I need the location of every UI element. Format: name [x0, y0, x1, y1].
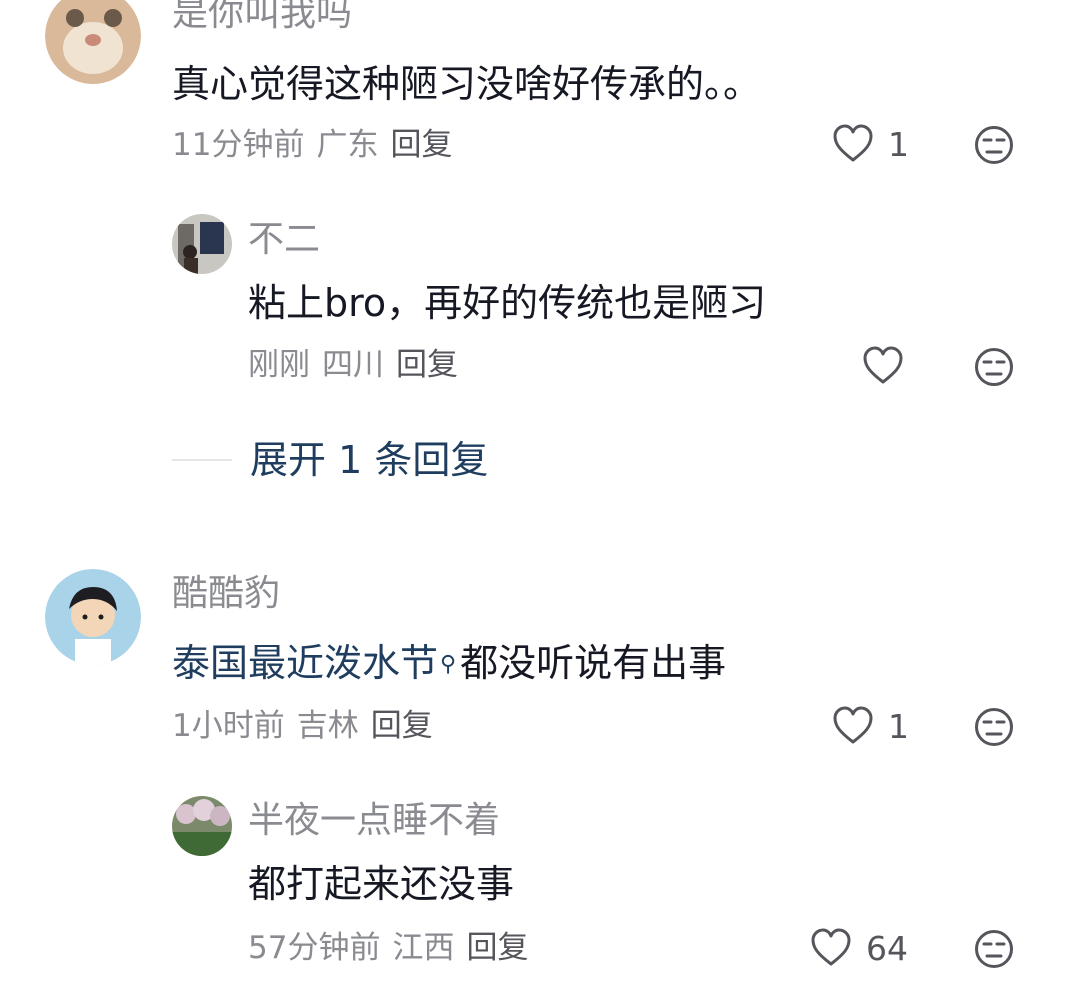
- dislike-button[interactable]: [974, 707, 1014, 747]
- like-count: 1: [888, 124, 909, 164]
- expand-replies-label: 展开 1 条回复: [250, 438, 489, 482]
- username[interactable]: 是你叫我吗: [172, 0, 352, 36]
- comment-text: 都打起来还没事: [248, 862, 515, 906]
- username[interactable]: 半夜一点睡不着: [248, 799, 500, 843]
- heart-outline-icon: [811, 928, 851, 966]
- unamused-face-icon: [975, 348, 1013, 386]
- reply-button[interactable]: 回复: [396, 345, 458, 385]
- comment-text: 粘上bro，再好的传统也是陋习: [248, 281, 767, 325]
- comment-text: 真心觉得这种陋习没啥好传承的。。: [172, 62, 762, 106]
- unamused-face-icon: [975, 930, 1013, 968]
- avatar[interactable]: [45, 569, 141, 665]
- unamused-face-icon: [975, 708, 1013, 746]
- comment-meta: 刚刚 四川 回复: [248, 345, 458, 385]
- comment-text: 泰国最近泼水节⚲ 都没听说有出事: [172, 639, 726, 687]
- heart-outline-icon: [833, 706, 873, 744]
- dislike-button[interactable]: [974, 125, 1014, 165]
- divider-line: [172, 459, 232, 461]
- avatar[interactable]: [45, 0, 141, 84]
- comment-meta: 57分钟前 江西 回复: [248, 928, 528, 968]
- username[interactable]: 不二: [248, 218, 320, 262]
- expand-replies-button[interactable]: 展开 1 条回复: [172, 436, 488, 484]
- username[interactable]: 酷酷豹: [172, 572, 280, 616]
- comment-location: 广东: [316, 127, 379, 163]
- comment-location: 吉林: [296, 708, 359, 744]
- heart-outline-icon: [863, 346, 903, 384]
- comment-meta: 1小时前 吉林 回复: [172, 706, 433, 746]
- comment-time: 57分钟前: [248, 930, 381, 966]
- reply-button[interactable]: 回复: [371, 706, 433, 746]
- comment-meta: 11分钟前 广东 回复: [172, 125, 452, 165]
- avatar[interactable]: [172, 214, 232, 274]
- like-button[interactable]: 1: [832, 706, 909, 746]
- comment-time: 11分钟前: [172, 127, 305, 163]
- like-count: 64: [866, 928, 908, 968]
- search-icon[interactable]: ⚲: [440, 652, 456, 677]
- comment-text-rest: 都没听说有出事: [460, 641, 727, 685]
- like-count: 1: [888, 706, 909, 746]
- comment-location: 江西: [392, 930, 455, 966]
- like-button[interactable]: 1: [832, 124, 909, 164]
- dislike-button[interactable]: [974, 929, 1014, 969]
- reply-button[interactable]: 回复: [466, 928, 528, 968]
- heart-outline-icon: [833, 124, 873, 162]
- comment-time: 1小时前: [172, 708, 285, 744]
- search-keyword-link[interactable]: 泰国最近泼水节: [172, 641, 438, 685]
- comment-location: 四川: [322, 347, 384, 383]
- reply-button[interactable]: 回复: [390, 125, 452, 165]
- avatar[interactable]: [172, 796, 232, 856]
- dislike-button[interactable]: [974, 347, 1014, 387]
- comment-time: 刚刚: [248, 347, 310, 383]
- like-button[interactable]: 64: [810, 928, 908, 968]
- like-button[interactable]: [862, 346, 904, 386]
- unamused-face-icon: [975, 126, 1013, 164]
